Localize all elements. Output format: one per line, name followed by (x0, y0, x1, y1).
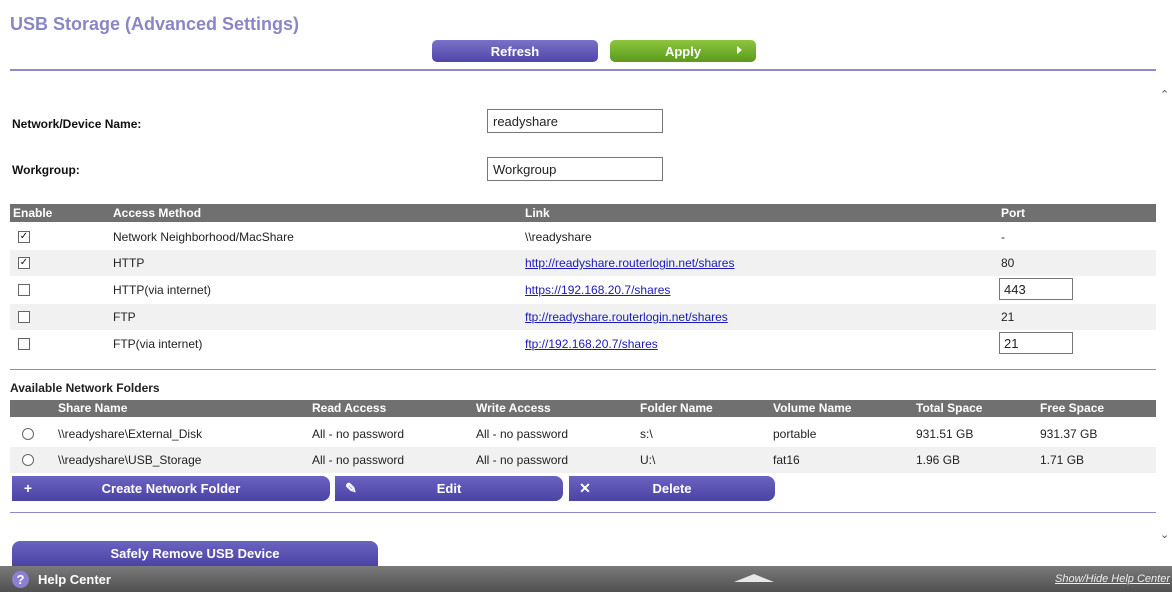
access-method-name: FTP (113, 310, 136, 324)
page-title: USB Storage (Advanced Settings) (10, 14, 300, 34)
total-space-cell: 931.51 GB (916, 427, 974, 441)
access-method-row: FTP ftp://readyshare.routerlogin.net/shar… (10, 304, 1156, 330)
help-icon[interactable]: ? (12, 571, 29, 588)
write-access-cell: All - no password (476, 453, 569, 467)
share-name-header: Share Name (58, 401, 128, 415)
enable-checkbox[interactable]: ✓ (18, 231, 30, 243)
edit-folder-button[interactable]: ✎ Edit (335, 476, 563, 501)
write-access-header: Write Access (476, 401, 551, 415)
delete-label: Delete (652, 481, 692, 496)
device-name-label: Network/Device Name: (12, 117, 142, 131)
port-input[interactable] (999, 278, 1073, 300)
share-link[interactable]: https://192.168.20.7/shares (525, 283, 670, 297)
safely-remove-usb-button[interactable]: Safely Remove USB Device (12, 541, 378, 566)
folder-select-radio[interactable] (22, 454, 34, 466)
workgroup-label: Workgroup: (12, 163, 80, 177)
workgroup-input[interactable] (487, 157, 663, 181)
access-method-row: ✓ Network Neighborhood/MacShare \\readysha… (10, 224, 1156, 250)
show-hide-help-link[interactable]: Show/Hide Help Center (1055, 573, 1170, 585)
free-space-header: Free Space (1040, 401, 1105, 415)
expand-up-icon[interactable] (734, 574, 774, 582)
middle-divider (10, 369, 1156, 370)
port-header: Port (1001, 206, 1025, 220)
arrow-right-icon (737, 46, 742, 54)
scroll-up-icon[interactable]: ⌃ (1160, 88, 1169, 101)
share-name-cell: \\readyshare\External_Disk (58, 427, 203, 441)
enable-header: Enable (13, 206, 53, 220)
access-method-row: FTP(via internet) ftp://192.168.20.7/shar… (10, 331, 1156, 357)
share-name-cell: \\readyshare\USB_Storage (58, 453, 202, 467)
share-link[interactable]: http://readyshare.routerlogin.net/shares (525, 256, 734, 270)
share-link[interactable]: ftp://readyshare.routerlogin.net/shares (525, 310, 728, 324)
top-divider (10, 69, 1156, 71)
volume-name-cell: portable (773, 427, 817, 441)
folder-row: \\readyshare\USB_Storage All - no passwor… (10, 447, 1156, 473)
refresh-button[interactable]: Refresh (432, 40, 598, 62)
folders-section-title: Available Network Folders (10, 381, 160, 395)
folder-name-cell: s:\ (640, 427, 653, 441)
port-value: 21 (1001, 310, 1015, 324)
volume-name-cell: fat16 (773, 453, 800, 467)
folders-table-header: Share Name Read Access Write Access Fold… (10, 400, 1156, 417)
enable-checkbox[interactable]: ✓ (18, 257, 30, 269)
apply-label: Apply (664, 43, 702, 59)
device-name-input[interactable] (487, 109, 663, 133)
total-space-cell: 1.96 GB (916, 453, 961, 467)
port-input[interactable] (999, 332, 1073, 354)
access-method-row: ✓ HTTP http://readyshare.routerlogin.net/s… (10, 250, 1156, 276)
access-method-row: HTTP(via internet) https://192.168.20.7/s… (10, 277, 1156, 303)
volume-name-header: Volume Name (773, 401, 852, 415)
apply-button[interactable]: Apply (610, 40, 756, 62)
delete-folder-button[interactable]: ✕ Delete (569, 476, 775, 501)
folder-name-cell: U:\ (640, 453, 656, 467)
access-method-name: Network Neighborhood/MacShare (113, 230, 294, 244)
folder-row: \\readyshare\External_Disk All - no passw… (10, 421, 1156, 447)
enable-checkbox[interactable] (18, 311, 30, 323)
edit-label: Edit (436, 481, 462, 496)
bottom-divider (10, 512, 1156, 513)
help-center-bar: ? Help Center Show/Hide Help Center (0, 566, 1172, 592)
safely-remove-label: Safely Remove USB Device (110, 546, 280, 561)
refresh-label: Refresh (490, 43, 540, 59)
access-method-name: HTTP(via internet) (113, 283, 212, 297)
access-table-header: Enable Access Method Link Port (10, 204, 1156, 222)
port-value: - (1001, 230, 1005, 244)
free-space-cell: 1.71 GB (1040, 453, 1085, 467)
port-value: 80 (1001, 256, 1015, 270)
write-access-cell: All - no password (476, 427, 569, 441)
access-method-name: HTTP (113, 256, 145, 270)
enable-checkbox[interactable] (18, 284, 30, 296)
access-method-name: FTP(via internet) (113, 337, 203, 351)
enable-checkbox[interactable] (18, 338, 30, 350)
create-network-folder-button[interactable]: + Create Network Folder (12, 476, 330, 501)
help-center-label[interactable]: Help Center (38, 572, 111, 587)
create-label: Create Network Folder (101, 481, 241, 496)
read-access-cell: All - no password (312, 427, 405, 441)
scroll-down-icon[interactable]: ⌄ (1160, 528, 1169, 541)
share-path: \\readyshare (525, 230, 592, 244)
access-method-header: Access Method (113, 206, 202, 220)
folder-name-header: Folder Name (640, 401, 713, 415)
free-space-cell: 931.37 GB (1040, 427, 1098, 441)
link-header: Link (525, 206, 550, 220)
share-link[interactable]: ftp://192.168.20.7/shares (525, 337, 658, 351)
folder-select-radio[interactable] (22, 428, 34, 440)
total-space-header: Total Space (916, 401, 983, 415)
read-access-header: Read Access (312, 401, 387, 415)
read-access-cell: All - no password (312, 453, 405, 467)
